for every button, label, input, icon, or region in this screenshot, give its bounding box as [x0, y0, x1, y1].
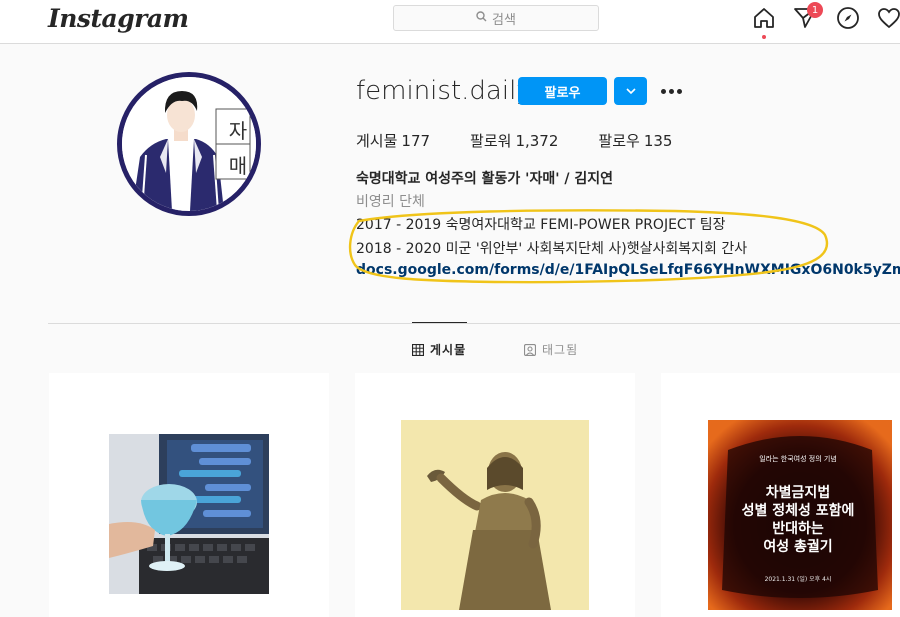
post-drink-chat[interactable]: [49, 373, 329, 617]
avatar-char-2: 매: [228, 154, 248, 178]
following-value: 135: [643, 132, 673, 150]
search-icon: [476, 11, 487, 25]
following-count[interactable]: 팔로우 135: [598, 130, 672, 151]
post-statue[interactable]: [355, 373, 635, 617]
followers-value: 1,372: [515, 132, 559, 150]
more-options-button[interactable]: [659, 82, 683, 100]
tab-posts[interactable]: 게시물: [412, 341, 466, 358]
poster-subtitle: 일라는 한국여성 정의 기념: [759, 455, 837, 463]
posts-count: 게시물 177: [356, 130, 430, 151]
bio-line-1: 2017 - 2019 숙명여자대학교 FEMI-POWER PROJECT 팀…: [356, 217, 726, 233]
tab-tagged[interactable]: 태그됨: [524, 341, 578, 358]
post-image-statue: [401, 420, 589, 610]
activity-heart-icon[interactable]: [877, 6, 900, 30]
tab-tagged-label: 태그됨: [542, 343, 579, 357]
search-input[interactable]: 검색: [393, 5, 599, 31]
notification-badge: 1: [807, 2, 823, 18]
following-label: 팔로우: [598, 132, 640, 150]
profile-category: 비영리 단체: [356, 194, 425, 210]
posts-label: 게시물: [356, 132, 398, 150]
avatar-char-1: 자: [228, 119, 248, 143]
post-poster[interactable]: 일라는 한국여성 정의 기념 차별금지법 성별 정체성 포함에 반대하는 여성 …: [661, 373, 900, 617]
profile-stats: 게시물 177 팔로워 1,372 팔로우 135: [356, 130, 712, 151]
profile-avatar[interactable]: 자 매: [117, 72, 261, 216]
active-tab-indicator: [412, 322, 467, 323]
home-icon[interactable]: [752, 6, 776, 30]
more-dot-icon: [676, 88, 682, 94]
profile-username: feminist.daily: [356, 76, 532, 106]
instagram-logo[interactable]: Instagram: [48, 4, 189, 33]
tagged-icon: [524, 343, 536, 356]
grid-icon: [412, 343, 424, 356]
bio-line-2: 2018 - 2020 미군 '위안부' 사회복지단체 사)햇살사회복지회 간사: [356, 241, 748, 257]
bio-external-link[interactable]: docs.google.com/forms/d/e/1FAIpQLSeLfqF6…: [356, 262, 900, 278]
more-dot-icon: [668, 88, 674, 94]
chevron-down-icon: [625, 88, 636, 95]
follow-button[interactable]: 팔로우: [518, 77, 607, 105]
home-active-dot: [762, 35, 766, 39]
suggested-dropdown-button[interactable]: [614, 77, 647, 105]
explore-compass-icon[interactable]: [836, 6, 860, 30]
followers-label: 팔로워: [470, 132, 512, 150]
tabs-divider: [48, 323, 900, 324]
followers-count[interactable]: 팔로워 1,372: [470, 130, 558, 151]
posts-value: 177: [401, 132, 431, 150]
poster-title: 차별금지법 성별 정체성 포함에 반대하는 여성 총궐기: [741, 485, 855, 555]
top-navigation-bar: Instagram 검색 1: [0, 0, 900, 44]
search-placeholder: 검색: [492, 12, 516, 28]
post-image-drink: [109, 434, 269, 594]
poster-date: 2021.1.31 (일) 오후 4시: [764, 576, 832, 583]
more-dot-icon: [660, 88, 666, 94]
tab-posts-label: 게시물: [430, 343, 467, 357]
profile-full-name: 숙명대학교 여성주의 활동가 '자매' / 김지연: [356, 171, 614, 187]
